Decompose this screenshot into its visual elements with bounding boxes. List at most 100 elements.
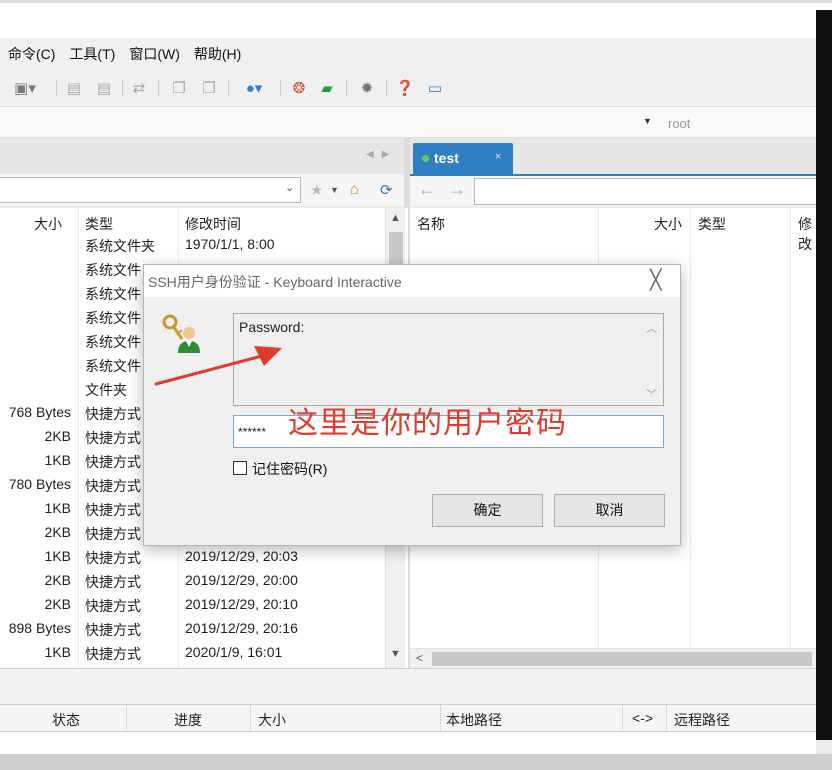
- forward-arrow-icon[interactable]: →: [448, 179, 466, 200]
- cell-type: 快捷方式: [85, 646, 141, 662]
- table-row[interactable]: 1KB 快捷方式 2019/12/29, 20:03: [0, 548, 385, 572]
- status-bar: [0, 754, 832, 770]
- transfer-header: 状态 进度 大小 本地路径 <-> 远程路径: [0, 704, 816, 733]
- star-dropdown-icon[interactable]: ▼: [330, 185, 339, 195]
- table-row[interactable]: 2KB 快捷方式 2019/12/29, 20:10: [0, 596, 385, 620]
- terminal-dropdown-icon[interactable]: ▣▾: [10, 78, 40, 98]
- transfer-list: [0, 732, 816, 754]
- cell-type: 文件夹: [85, 382, 127, 398]
- cell-size: 1KB: [44, 452, 71, 468]
- header-modified[interactable]: 修改: [798, 214, 816, 254]
- tab-nav-arrows-icon[interactable]: ◀▶: [366, 149, 397, 160]
- remote-path-bar: ← →: [410, 174, 820, 206]
- toolbar: ▣▾ ▤ ▤ ⇄ ❐ ❐ ●▾ ❂ ▰ ✹ ❓ ▭: [0, 70, 816, 106]
- menu-help[interactable]: 帮助(H): [194, 44, 241, 64]
- col-progress[interactable]: 进度: [174, 710, 202, 730]
- scroll-down-icon[interactable]: ﹀: [646, 386, 657, 402]
- remember-password-checkbox[interactable]: [233, 461, 247, 475]
- header-type[interactable]: 类型: [698, 214, 726, 234]
- cell-size: 768 Bytes: [8, 404, 71, 420]
- document-icon-2[interactable]: ▤: [94, 78, 114, 98]
- xftp-icon[interactable]: ▰: [316, 78, 338, 98]
- cell-type: 快捷方式: [85, 454, 141, 470]
- session-dropdown-icon[interactable]: ▼: [643, 116, 652, 126]
- cell-size: 780 Bytes: [8, 476, 71, 492]
- scroll-thumb[interactable]: [432, 652, 812, 666]
- local-path-bar: ⌄ ★ ▼ ⌂ ⟳: [0, 174, 408, 206]
- header-name[interactable]: 名称: [417, 214, 445, 234]
- globe-dropdown-icon[interactable]: ●▾: [236, 78, 272, 98]
- cell-size: 2KB: [44, 596, 71, 612]
- prompt-text: Password:: [239, 319, 305, 335]
- cell-type: 快捷方式: [85, 574, 141, 590]
- cell-type: 快捷方式: [85, 406, 141, 422]
- transfer-icon[interactable]: ⇄: [128, 78, 150, 98]
- cell-type: 快捷方式: [85, 478, 141, 494]
- ok-button[interactable]: 确定: [432, 494, 543, 527]
- cell-modified: 2019/12/29, 20:03: [185, 548, 298, 564]
- cell-size: 2KB: [44, 524, 71, 540]
- home-icon[interactable]: ⌂: [350, 181, 359, 198]
- cell-type: 快捷方式: [85, 526, 141, 542]
- session-hint: root: [668, 116, 691, 131]
- cell-type: 系统文件: [85, 334, 141, 350]
- cancel-button[interactable]: 取消: [554, 494, 665, 527]
- cell-type: 快捷方式: [85, 550, 141, 566]
- local-path-input[interactable]: [0, 177, 301, 203]
- cell-size: 898 Bytes: [8, 620, 71, 636]
- prompt-box[interactable]: Password: ︿ ﹀: [233, 313, 664, 406]
- col-direction[interactable]: <->: [632, 710, 653, 726]
- scroll-up-icon[interactable]: ︿: [646, 320, 657, 336]
- header-size[interactable]: 大小: [0, 214, 62, 234]
- remote-path-input[interactable]: [474, 178, 820, 205]
- header-size[interactable]: 大小: [654, 214, 682, 234]
- chat-icon[interactable]: ▭: [424, 78, 446, 98]
- menu-bar: 命令(C) 工具(T) 窗口(W) 帮助(H): [0, 38, 816, 70]
- scroll-left-icon[interactable]: <: [416, 651, 423, 665]
- document-icon[interactable]: ▤: [64, 78, 84, 98]
- gear-icon[interactable]: ✹: [356, 78, 378, 98]
- dialog-titlebar: SSH用户身份验证 - Keyboard Interactive ╳: [144, 265, 680, 297]
- table-row[interactable]: 898 Bytes 快捷方式 2019/12/29, 20:16: [0, 620, 385, 644]
- table-row[interactable]: 系统文件夹 1970/1/1, 8:00: [0, 236, 385, 260]
- cell-modified: 2019/12/29, 20:16: [185, 620, 298, 636]
- cell-type: 快捷方式: [85, 622, 141, 638]
- tab-close-icon[interactable]: ×: [495, 151, 501, 163]
- log-area: [0, 668, 816, 704]
- connection-status-dot: [422, 155, 429, 162]
- tab-test[interactable]: test ×: [413, 143, 513, 174]
- col-local-path[interactable]: 本地路径: [446, 710, 502, 730]
- refresh-icon[interactable]: ⟳: [380, 181, 393, 199]
- help-icon[interactable]: ❓: [394, 78, 416, 98]
- dialog-title: SSH用户身份验证 - Keyboard Interactive: [148, 274, 402, 290]
- menu-tools[interactable]: 工具(T): [69, 44, 115, 64]
- header-modified[interactable]: 修改时间: [185, 214, 241, 234]
- back-arrow-icon[interactable]: ←: [418, 179, 436, 200]
- paste-icon[interactable]: ❐: [198, 78, 220, 98]
- close-icon[interactable]: ╳: [650, 269, 661, 292]
- col-remote-path[interactable]: 远程路径: [674, 710, 730, 730]
- star-icon[interactable]: ★: [310, 181, 323, 199]
- scroll-down-icon[interactable]: ▼: [390, 648, 401, 660]
- col-size[interactable]: 大小: [258, 710, 286, 730]
- chevron-down-icon[interactable]: ⌄: [285, 181, 294, 194]
- remote-horizontal-scrollbar[interactable]: <: [410, 648, 816, 668]
- remember-password-label[interactable]: 记住密码(R): [252, 459, 327, 479]
- header-type[interactable]: 类型: [85, 214, 113, 234]
- table-row[interactable]: 2KB 快捷方式 2019/12/29, 20:00: [0, 572, 385, 596]
- xshell-icon[interactable]: ❂: [288, 78, 310, 98]
- annotation-text: 这里是你的用户密码: [288, 407, 567, 440]
- menu-command[interactable]: 命令(C): [8, 44, 55, 64]
- cell-modified: 2019/12/29, 20:10: [185, 596, 298, 612]
- copy-icon[interactable]: ❐: [168, 78, 190, 98]
- annotation-arrow-icon: [154, 346, 282, 386]
- cell-type: 系统文件夹: [85, 238, 155, 254]
- tab-label: test: [434, 150, 459, 166]
- menu-window[interactable]: 窗口(W): [129, 44, 180, 64]
- cell-modified: 2020/1/9, 16:01: [185, 644, 283, 660]
- scroll-up-icon[interactable]: ▲: [390, 212, 401, 224]
- col-status[interactable]: 状态: [52, 710, 80, 730]
- table-row[interactable]: 1KB 快捷方式 2020/1/9, 16:01: [0, 644, 385, 668]
- cell-type: 系统文件: [85, 310, 141, 326]
- cell-type: 系统文件: [85, 286, 141, 302]
